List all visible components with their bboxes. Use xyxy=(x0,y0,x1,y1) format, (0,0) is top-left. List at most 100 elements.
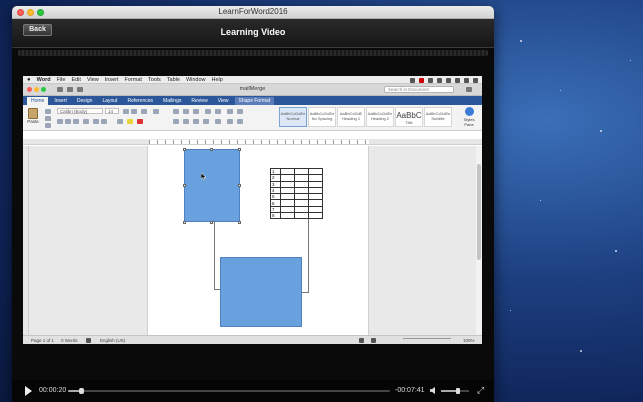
menubar-status-icons xyxy=(410,76,478,84)
style-name: Title xyxy=(405,120,413,125)
numbered-table: 12345678 xyxy=(270,167,323,220)
video-frame[interactable]: ● Word File Edit View Insert Format Tool… xyxy=(23,76,482,344)
battery-icon xyxy=(455,77,460,83)
strikethrough-icon xyxy=(83,119,89,124)
star xyxy=(540,200,541,201)
bold-icon xyxy=(57,119,63,124)
fullscreen-icon[interactable]: ⤢ xyxy=(477,386,486,395)
star xyxy=(520,40,522,42)
video-controls: 00:00:20 -00:07:41 ⤢ xyxy=(12,380,494,402)
table-row: 8 xyxy=(270,212,323,220)
horizontal-ruler xyxy=(23,139,482,145)
word-status-bar: Page 1 of 1 0 Words English (US) 100% xyxy=(23,335,482,344)
menu-tools: Tools xyxy=(147,76,161,83)
decrease-indent-icon xyxy=(205,109,211,114)
volume-icon xyxy=(446,77,451,83)
tab-insert: Insert xyxy=(54,98,67,104)
menu-word: Word xyxy=(36,76,51,83)
styles-pane-icon xyxy=(464,107,474,116)
status-icon xyxy=(428,77,433,83)
stacked-rectangle-shape xyxy=(220,257,302,327)
smiley-icon xyxy=(466,87,472,92)
table-row-number: 8 xyxy=(270,212,281,220)
star xyxy=(560,90,561,91)
document-search-field: Search in Document xyxy=(384,86,454,93)
style-subtitle: AaBbCcDdEe Subtitle xyxy=(424,107,452,127)
align-center-icon xyxy=(183,119,189,124)
page-count: Page 1 of 1 xyxy=(31,338,55,343)
header-divider xyxy=(18,50,488,56)
style-title: AaBbC Title xyxy=(395,107,423,127)
seek-slider[interactable] xyxy=(68,388,390,394)
style-name: Heading 2 xyxy=(370,116,390,121)
seek-knob[interactable] xyxy=(78,388,84,394)
zoom-level: 100% xyxy=(463,338,475,343)
proofing-icon xyxy=(86,338,91,343)
table-cell xyxy=(280,212,295,220)
document-page: 12345678 xyxy=(147,146,369,335)
menu-table: Table xyxy=(166,76,180,83)
highlight-icon xyxy=(127,119,133,124)
increase-indent-icon xyxy=(215,109,221,114)
tab-home: Home xyxy=(27,97,49,105)
star xyxy=(630,60,631,61)
font-size-field: 14 xyxy=(105,108,119,114)
style-name: Normal xyxy=(286,116,300,121)
star xyxy=(510,310,511,311)
style-sample: AaBbC xyxy=(396,111,422,120)
connector-line xyxy=(214,219,215,289)
menu-file: File xyxy=(56,76,66,83)
mouse-cursor-icon xyxy=(201,173,207,180)
table-cell xyxy=(308,212,323,220)
tab-references: References xyxy=(127,98,154,104)
wifi-icon xyxy=(437,77,442,83)
volume-knob[interactable] xyxy=(455,388,460,394)
play-button[interactable] xyxy=(25,386,32,396)
table-cell xyxy=(294,212,309,220)
underline-icon xyxy=(73,119,79,124)
resize-handle xyxy=(210,148,213,151)
apple-icon: ● xyxy=(27,76,31,83)
styles-pane-label: Styles Pane xyxy=(463,117,475,127)
language-label: English (US) xyxy=(100,338,126,343)
bullets-icon xyxy=(173,109,179,114)
justify-icon xyxy=(203,119,209,124)
ribbon-home: Paste Calibri (Body) 14 AaBbCcDdEe Norma… xyxy=(23,105,482,131)
window-titlebar: LearnForWord2016 xyxy=(12,6,494,19)
resize-handle xyxy=(238,184,241,187)
window-title: LearnForWord2016 xyxy=(218,7,288,16)
paste-label: Paste xyxy=(27,119,39,124)
connector-line xyxy=(308,219,309,292)
nav-header: Back Learning Video xyxy=(12,19,494,48)
copy-icon xyxy=(45,116,51,121)
tab-shape-format: Shape Format xyxy=(234,97,275,105)
resize-handle xyxy=(210,221,213,224)
shrink-font-icon xyxy=(131,109,137,114)
tab-mailings: Mailings xyxy=(163,98,182,104)
document-scrollbar xyxy=(476,146,482,335)
volume-slider[interactable] xyxy=(441,388,469,394)
text-effects-icon xyxy=(117,119,123,124)
page-title: Learning Video xyxy=(220,27,286,37)
print-layout-icon xyxy=(359,338,364,343)
web-layout-icon xyxy=(371,338,376,343)
superscript-icon xyxy=(101,119,107,124)
status-icon xyxy=(410,77,415,83)
italic-icon xyxy=(65,119,71,124)
tab-design: Design xyxy=(76,98,93,104)
paste-button: Paste xyxy=(27,108,39,124)
align-left-icon xyxy=(173,119,179,124)
volume-icon[interactable] xyxy=(430,387,435,394)
resize-handle xyxy=(238,148,241,151)
star xyxy=(615,250,617,252)
word-count: 0 Words xyxy=(61,338,78,343)
cut-icon xyxy=(45,109,51,114)
ribbon-tabs: Home Insert Design Layout References Mai… xyxy=(23,96,482,105)
font-name-field: Calibri (Body) xyxy=(57,108,103,114)
borders-icon xyxy=(237,119,243,124)
sort-icon xyxy=(227,109,233,114)
font-color-icon xyxy=(137,119,143,124)
style-normal: AaBbCcDdEe Normal xyxy=(279,107,307,127)
style-name: Heading 1 xyxy=(341,116,361,121)
tab-review: Review xyxy=(191,98,208,104)
